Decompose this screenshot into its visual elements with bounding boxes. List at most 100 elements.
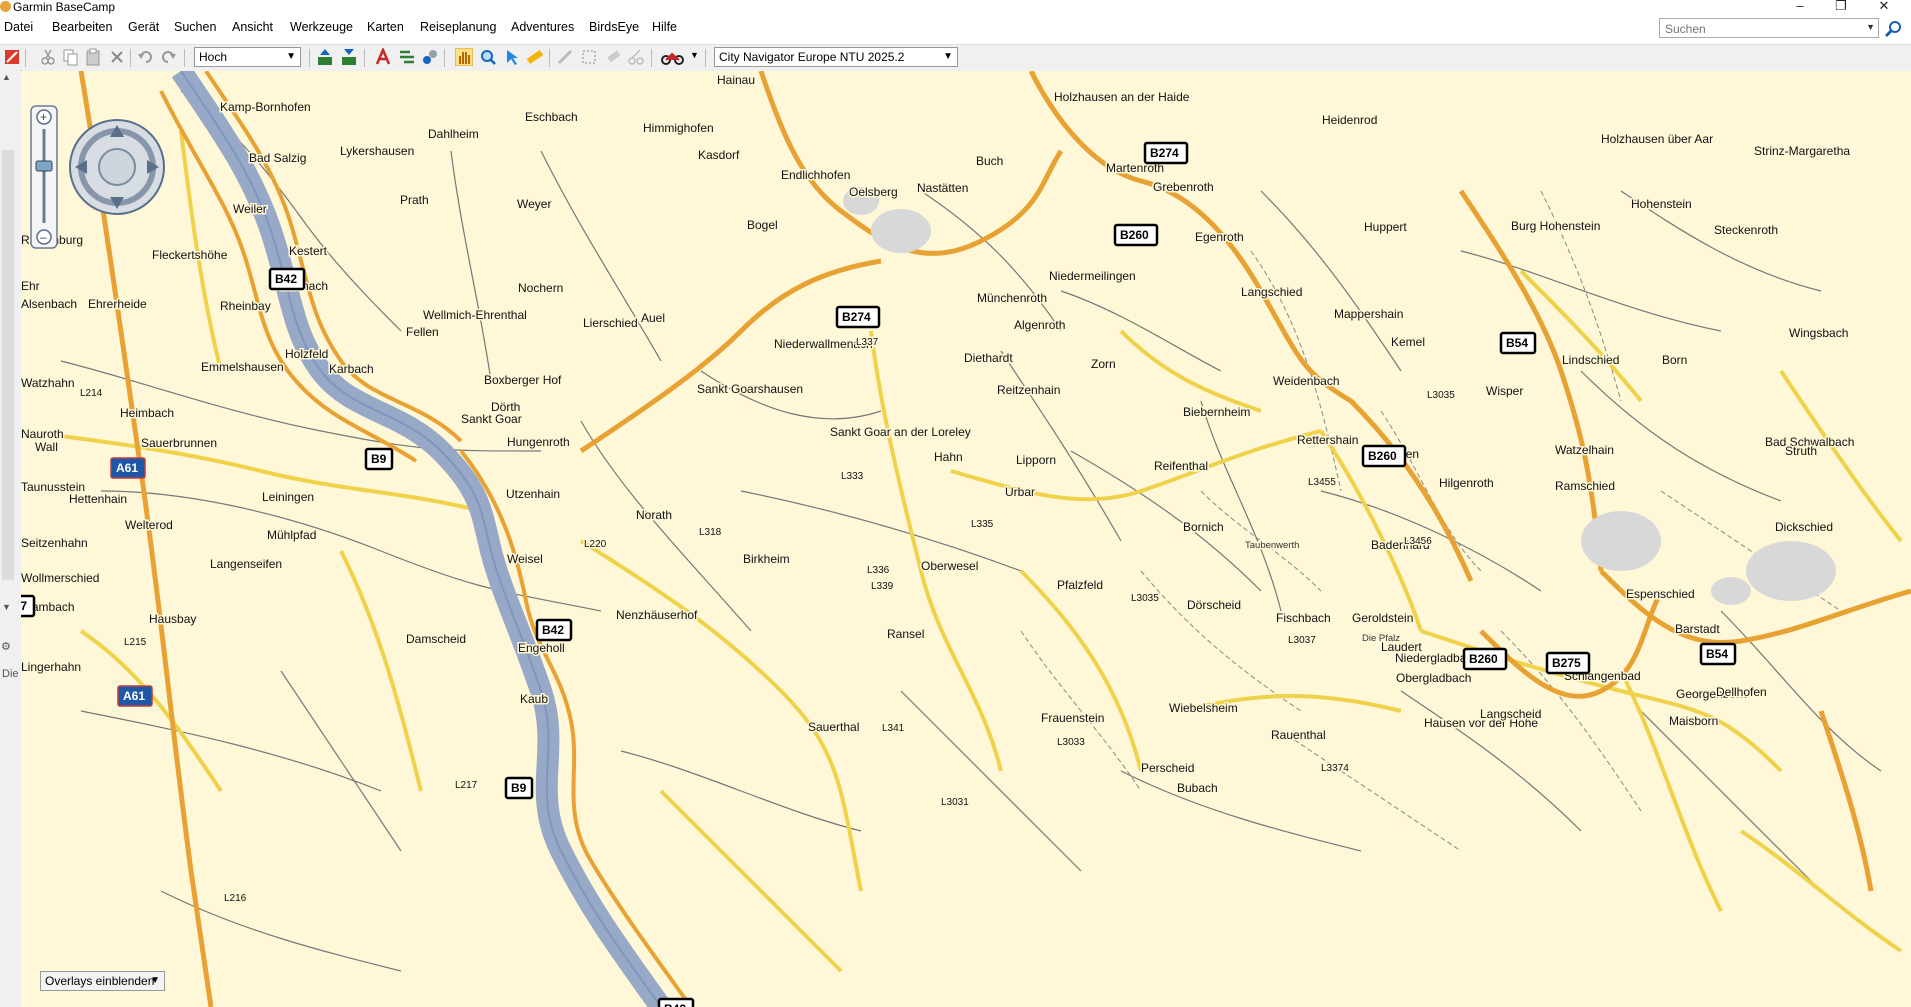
place-label[interactable]: Heidenrod bbox=[1321, 112, 1379, 129]
place-label[interactable]: Bogel bbox=[746, 217, 780, 234]
road-shield[interactable]: B42 bbox=[535, 618, 573, 642]
no-entry-icon[interactable] bbox=[3, 48, 21, 66]
place-label[interactable]: Lingerhahn bbox=[21, 659, 83, 676]
place-label[interactable]: Kestert bbox=[288, 243, 330, 260]
motorcycle-profile-icon[interactable] bbox=[660, 48, 686, 66]
place-label[interactable]: Hahn bbox=[933, 449, 965, 466]
place-label[interactable]: Steckenroth bbox=[1713, 222, 1780, 239]
place-label[interactable]: Birkheim bbox=[742, 551, 792, 568]
place-label[interactable]: Egenroth bbox=[1194, 229, 1246, 246]
close-icon[interactable]: ✕ bbox=[1864, 0, 1904, 16]
place-label[interactable]: Dickschied bbox=[1774, 519, 1835, 536]
place-label[interactable]: Sankt Goarshausen bbox=[696, 381, 805, 398]
place-label[interactable]: Emmelshausen bbox=[200, 359, 286, 376]
place-label[interactable]: Fischbach bbox=[1275, 610, 1333, 627]
road-shield[interactable]: B9 bbox=[504, 776, 534, 800]
road-shield[interactable]: B54 bbox=[1699, 642, 1737, 666]
place-label[interactable]: Wiebelsheim bbox=[1168, 700, 1240, 717]
place-label[interactable]: Biebernheim bbox=[1182, 404, 1252, 421]
menu-hilfe[interactable]: Hilfe bbox=[652, 20, 677, 34]
waypoint-tool-icon[interactable] bbox=[421, 48, 439, 66]
place-label[interactable]: Kasdorf bbox=[697, 147, 742, 164]
road-shield[interactable]: B9 bbox=[364, 447, 394, 471]
place-label[interactable]: Die Pfalz bbox=[1361, 632, 1402, 646]
place-label[interactable]: Grebenroth bbox=[1152, 179, 1216, 196]
place-label[interactable]: Ehrerheide bbox=[87, 296, 149, 313]
place-label[interactable]: Boxberger Hof bbox=[483, 372, 564, 389]
road-shield[interactable]: B27 bbox=[21, 594, 36, 618]
road-shield[interactable]: B260 bbox=[1361, 444, 1407, 468]
place-label[interactable]: Sauerthal bbox=[807, 719, 861, 736]
place-label[interactable]: Holzfeld bbox=[284, 346, 330, 363]
place-label[interactable]: Hausbay bbox=[148, 611, 198, 628]
place-label[interactable]: Maisborn bbox=[1668, 713, 1720, 730]
map-view[interactable]: Hainau Kamp-Bornhofen Eschbach Dahlheim Himm… bbox=[21, 71, 1911, 1007]
place-label[interactable]: Hungenroth bbox=[506, 434, 572, 451]
place-label[interactable]: Langschied bbox=[1240, 284, 1304, 301]
place-label[interactable]: Nenzhäuserhof bbox=[615, 607, 700, 624]
menu-adventures[interactable]: Adventures bbox=[511, 20, 574, 34]
place-label[interactable]: Ransel bbox=[886, 626, 926, 643]
new-track-icon[interactable] bbox=[398, 48, 416, 66]
place-label[interactable]: Dahlheim bbox=[427, 126, 481, 143]
place-label[interactable]: Obergladbach bbox=[1395, 670, 1473, 687]
place-label[interactable]: Reitzenhain bbox=[996, 382, 1062, 399]
cut-icon[interactable] bbox=[39, 48, 57, 66]
send-to-device-icon[interactable] bbox=[340, 48, 358, 66]
place-label[interactable]: Strinz-Margaretha bbox=[1753, 143, 1852, 160]
place-label[interactable]: Hilgenroth bbox=[1438, 475, 1496, 492]
place-label[interactable]: Wisper bbox=[1485, 383, 1525, 400]
place-label[interactable]: Watzhahn bbox=[21, 375, 76, 392]
place-label[interactable]: Weidenbach bbox=[1272, 373, 1342, 390]
place-label[interactable]: Wall bbox=[34, 439, 60, 456]
place-label[interactable]: Weiler bbox=[232, 201, 269, 218]
chevron-down-icon[interactable]: ▼ bbox=[690, 50, 699, 60]
menu-geraet[interactable]: Gerät bbox=[128, 20, 159, 34]
place-label[interactable]: Mühlpfad bbox=[266, 527, 318, 544]
place-label[interactable]: Perscheid bbox=[1140, 760, 1196, 777]
place-label[interactable]: Damscheid bbox=[405, 631, 468, 648]
place-label[interactable]: Frauenstein bbox=[1040, 710, 1106, 727]
place-label[interactable]: Huppert bbox=[1363, 219, 1409, 236]
menu-datei[interactable]: Datei bbox=[4, 20, 33, 34]
measure-ruler-icon[interactable] bbox=[526, 48, 544, 66]
place-label[interactable]: Lipporn bbox=[1015, 452, 1058, 469]
place-label[interactable]: Ramschied bbox=[1554, 478, 1617, 495]
road-shield[interactable]: B42 bbox=[268, 267, 306, 291]
place-label[interactable]: Espenschied bbox=[1625, 586, 1697, 603]
place-label[interactable]: Prath bbox=[399, 192, 431, 209]
place-label[interactable]: Barstadt bbox=[1674, 621, 1722, 638]
road-shield[interactable]: A61 bbox=[117, 685, 153, 707]
menu-werkzeuge[interactable]: Werkzeuge bbox=[290, 20, 353, 34]
delete-icon[interactable] bbox=[108, 48, 126, 66]
road-shield[interactable]: B42 bbox=[657, 997, 695, 1007]
place-label[interactable]: Wollmerschied bbox=[21, 570, 101, 587]
receive-from-device-icon[interactable] bbox=[316, 48, 334, 66]
place-label[interactable]: Hainau bbox=[716, 72, 757, 89]
place-label[interactable]: Rauenthal bbox=[1270, 727, 1328, 744]
gear-icon[interactable]: ⚙ bbox=[1, 640, 11, 653]
place-label[interactable]: Endlichhofen bbox=[780, 167, 852, 184]
place-label[interactable]: Weisel bbox=[506, 551, 545, 568]
menu-ansicht[interactable]: Ansicht bbox=[232, 20, 273, 34]
place-label[interactable]: Weyer bbox=[516, 196, 553, 213]
eraser-icon[interactable] bbox=[604, 48, 622, 66]
place-label[interactable]: Münchenroth bbox=[976, 290, 1049, 307]
place-label[interactable]: Bubach bbox=[1176, 780, 1220, 797]
place-label[interactable]: Buch bbox=[975, 153, 1005, 170]
place-label[interactable]: Watzelhain bbox=[1554, 442, 1616, 459]
menu-birdseye[interactable]: BirdsEye bbox=[589, 20, 639, 34]
place-label[interactable]: Burg Hohenstein bbox=[1510, 218, 1602, 235]
place-label[interactable]: Algenroth bbox=[1013, 317, 1067, 334]
place-label[interactable]: Norath bbox=[635, 507, 674, 524]
edit-area-icon[interactable] bbox=[580, 48, 598, 66]
place-label[interactable]: Bornich bbox=[1182, 519, 1226, 536]
place-label[interactable]: Rheinbay bbox=[219, 298, 273, 315]
place-label[interactable]: Hettenhain bbox=[68, 491, 129, 508]
place-label[interactable]: Auel bbox=[640, 310, 667, 327]
place-label[interactable]: Nauroth bbox=[21, 426, 65, 443]
place-label[interactable]: Nochern bbox=[517, 280, 565, 297]
new-route-icon[interactable] bbox=[374, 48, 392, 66]
place-label[interactable]: Eschbach bbox=[524, 109, 580, 126]
undo-icon[interactable] bbox=[136, 48, 154, 66]
